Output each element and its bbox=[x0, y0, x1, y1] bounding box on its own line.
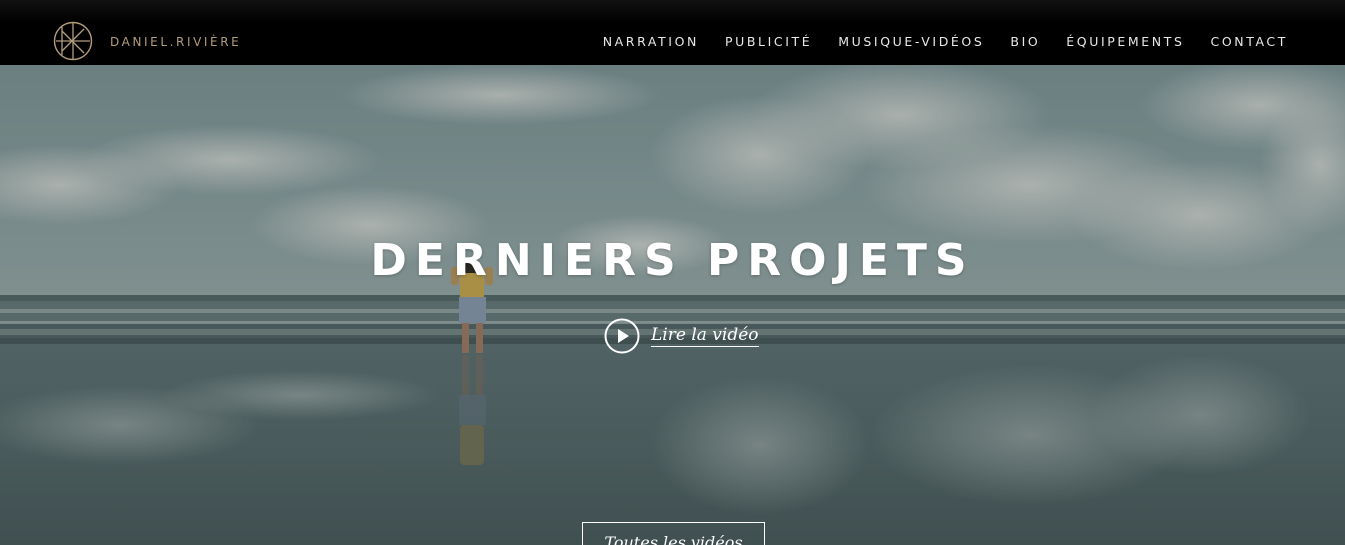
brand-name[interactable]: DANIEL.RIVIÈRE bbox=[110, 35, 241, 49]
nav-item-narration[interactable]: NARRATION bbox=[603, 34, 699, 50]
hero-overlay bbox=[0, 65, 1345, 545]
main-nav: NARRATION PUBLICITÉ MUSIQUE-VIDÉOS BIO É… bbox=[577, 34, 1288, 50]
monogram-logo-icon[interactable] bbox=[53, 21, 93, 61]
nav-item-contact[interactable]: CONTACT bbox=[1211, 34, 1288, 50]
nav-item-musique-videos[interactable]: MUSIQUE-VIDÉOS bbox=[838, 34, 984, 50]
nav-item-publicite[interactable]: PUBLICITÉ bbox=[725, 34, 812, 50]
play-circle-icon[interactable] bbox=[604, 318, 640, 354]
nav-item-equipements[interactable]: ÉQUIPEMENTS bbox=[1066, 34, 1184, 50]
site-header: DANIEL.RIVIÈRE NARRATION PUBLICITÉ MUSIQ… bbox=[0, 0, 1345, 65]
play-video-button[interactable]: Lire la vidéo bbox=[604, 318, 759, 354]
nav-item-bio[interactable]: BIO bbox=[1010, 34, 1040, 50]
play-video-label[interactable]: Lire la vidéo bbox=[651, 325, 759, 347]
hero-title: DERNIERS PROJETS bbox=[370, 235, 975, 286]
page: DANIEL.RIVIÈRE NARRATION PUBLICITÉ MUSIQ… bbox=[0, 0, 1345, 545]
hero-section: DERNIERS PROJETS Lire la vidéo Toutes le… bbox=[0, 65, 1345, 545]
all-videos-button[interactable]: Toutes les vidéos bbox=[582, 522, 765, 545]
